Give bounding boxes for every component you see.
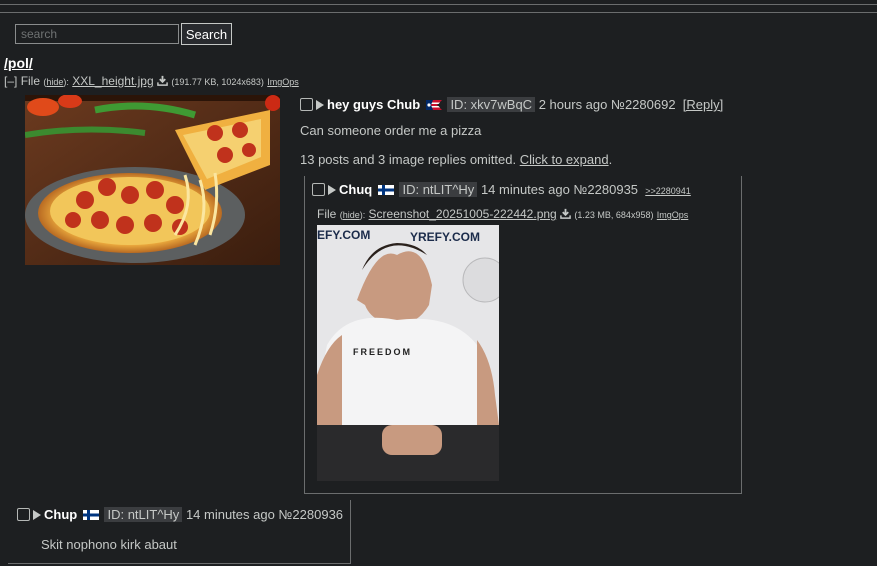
reply2-header: Chup ID: ntLIT^Hy 14 minutes ago №228093…	[17, 507, 343, 522]
op-file-info: (191.77 KB, 1024x683)	[171, 77, 264, 87]
file-label: File	[20, 74, 41, 88]
ohio-flag-icon	[425, 100, 442, 110]
reply1-post-number[interactable]: №2280935	[573, 182, 638, 197]
reply1-shirt-text: FREEDOM	[353, 347, 412, 357]
op-post-time: 2 hours ago	[538, 97, 608, 112]
reply2-poster-name: Chup	[44, 507, 78, 522]
hide-image-link[interactable]: hide	[343, 210, 360, 220]
search-input[interactable]	[15, 24, 179, 44]
op-post-header: hey guys Chub ID: xkv7wBqC 2 hours ago №…	[300, 97, 723, 112]
reply1-backlink[interactable]: >>2280941	[645, 186, 691, 196]
reply2-poster-id[interactable]: ID: ntLIT^Hy	[104, 507, 183, 522]
op-filename-link[interactable]: XXL_height.jpg	[72, 74, 153, 88]
post-menu-arrow-icon[interactable]	[33, 510, 41, 520]
reply1-file-line: File (hide): Screenshot_20251005-222442.…	[317, 207, 689, 221]
reply2-select-checkbox[interactable]	[17, 508, 30, 521]
reply1-header: Chuq ID: ntLIT^Hy 14 minutes ago №228093…	[312, 182, 691, 197]
post-menu-arrow-icon[interactable]	[316, 100, 324, 110]
reply1-imgops-link[interactable]: ImgOps	[657, 210, 689, 220]
board-title-link[interactable]: /pol/	[4, 55, 33, 71]
reply2-post-time: 14 minutes ago	[185, 507, 275, 522]
op-imgops-link[interactable]: ImgOps	[267, 77, 299, 87]
reply1-filename-link[interactable]: Screenshot_20251005-222442.png	[369, 207, 557, 221]
expand-thread-link[interactable]: Click to expand	[520, 152, 609, 167]
op-message: Can someone order me a pizza	[300, 123, 482, 138]
op-image-pizza[interactable]	[25, 95, 280, 265]
reply2-message: Skit nophono kirk abaut	[41, 537, 177, 552]
omitted-text: 13 posts and 3 image replies omitted.	[300, 152, 517, 167]
reply1-banner-left-text: EFY.COM	[317, 228, 371, 242]
reply1-select-checkbox[interactable]	[312, 183, 325, 196]
download-icon[interactable]	[560, 208, 571, 219]
reply1-poster-id[interactable]: ID: ntLIT^Hy	[399, 182, 478, 197]
top-border-line-1	[0, 4, 877, 5]
hide-image-link[interactable]: hide	[46, 77, 63, 87]
reply1-post-time: 14 minutes ago	[480, 182, 570, 197]
search-button[interactable]: Search	[181, 23, 232, 45]
finland-flag-icon	[377, 185, 394, 195]
op-file-line: [–] File (hide): XXL_height.jpg (191.77 …	[4, 74, 299, 88]
reply1-poster-name: Chuq	[339, 182, 373, 197]
op-poster-id[interactable]: ID: xkv7wBqC	[447, 97, 536, 112]
op-select-checkbox[interactable]	[300, 98, 313, 111]
collapse-toggle[interactable]: [–]	[4, 74, 17, 88]
omitted-notice: 13 posts and 3 image replies omitted. Cl…	[300, 152, 613, 167]
reply1-banner-right-text: YREFY.COM	[410, 230, 481, 244]
download-icon[interactable]	[157, 75, 168, 86]
reply1-file-info: (1.23 MB, 684x958)	[574, 210, 654, 220]
top-border-line-2	[0, 12, 877, 13]
reply2-post-number[interactable]: №2280936	[278, 507, 343, 522]
op-post-number[interactable]: №2280692	[611, 97, 676, 112]
op-reply-link[interactable]: [Reply]	[683, 97, 723, 112]
file-label: File	[317, 207, 337, 221]
post-menu-arrow-icon[interactable]	[328, 185, 336, 195]
finland-flag-icon	[82, 510, 99, 520]
op-poster-name: hey guys Chub	[327, 97, 421, 112]
reply1-image-screenshot[interactable]: EFY.COM YREFY.COM FREEDOM	[317, 225, 499, 481]
